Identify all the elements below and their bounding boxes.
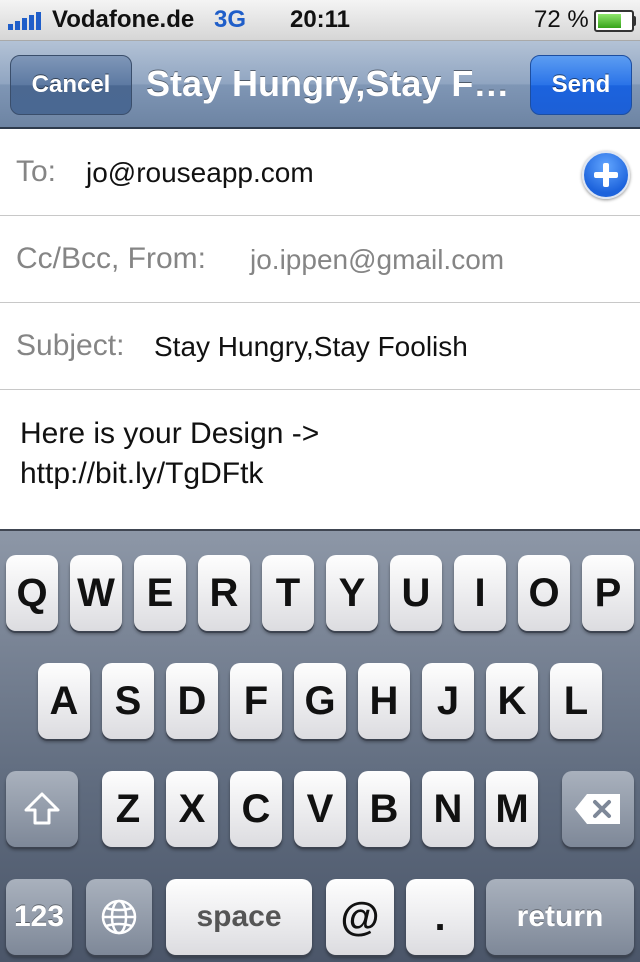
to-field[interactable]: To: jo@rouseapp.com: [0, 129, 640, 216]
key-t[interactable]: T: [262, 555, 314, 631]
from-address[interactable]: jo.ippen@gmail.com: [250, 244, 504, 276]
compose-title: Stay Hungry,Stay Foolish: [146, 63, 518, 104]
battery-icon: [594, 10, 634, 32]
globe-icon: [101, 899, 137, 935]
numbers-key[interactable]: 123: [6, 879, 72, 955]
cancel-button[interactable]: Cancel: [10, 55, 132, 115]
battery-tip: [632, 16, 636, 26]
add-contact-icon[interactable]: [582, 151, 630, 199]
shift-key[interactable]: [6, 771, 78, 847]
key-z[interactable]: Z: [102, 771, 154, 847]
key-l[interactable]: L: [550, 663, 602, 739]
shift-icon: [24, 792, 60, 825]
key-p[interactable]: P: [582, 555, 634, 631]
key-h[interactable]: H: [358, 663, 410, 739]
key-d[interactable]: D: [166, 663, 218, 739]
key-m[interactable]: M: [486, 771, 538, 847]
key-o[interactable]: O: [518, 555, 570, 631]
key-y[interactable]: Y: [326, 555, 378, 631]
key-q[interactable]: Q: [6, 555, 58, 631]
key-c[interactable]: C: [230, 771, 282, 847]
backspace-key[interactable]: [562, 771, 634, 847]
compose-nav-bar: Cancel Stay Hungry,Stay Foolish Send: [0, 41, 640, 129]
key-s[interactable]: S: [102, 663, 154, 739]
key-x[interactable]: X: [166, 771, 218, 847]
key-n[interactable]: N: [422, 771, 474, 847]
dot-key[interactable]: .: [406, 879, 474, 955]
ccbcc-from-label: Cc/Bcc, From:: [16, 242, 207, 275]
to-label: To:: [16, 155, 57, 188]
subject-input[interactable]: Stay Hungry,Stay Foolish: [154, 331, 468, 363]
key-r[interactable]: R: [198, 555, 250, 631]
key-k[interactable]: K: [486, 663, 538, 739]
status-bar: Vodafone.de 3G 20:11 72 %: [0, 0, 640, 41]
message-body[interactable]: Here is your Design -> http://bit.ly/TgD…: [0, 391, 640, 529]
battery-percent: 72 %: [534, 6, 589, 33]
at-key[interactable]: @: [326, 879, 394, 955]
key-b[interactable]: B: [358, 771, 410, 847]
space-key[interactable]: space: [166, 879, 312, 955]
backspace-icon: [575, 794, 620, 824]
key-i[interactable]: I: [454, 555, 506, 631]
to-recipient[interactable]: jo@rouseapp.com: [86, 157, 314, 189]
key-g[interactable]: G: [294, 663, 346, 739]
ccbcc-from-field[interactable]: Cc/Bcc, From: jo.ippen@gmail.com: [0, 216, 640, 303]
globe-key[interactable]: [86, 879, 152, 955]
return-key[interactable]: return: [486, 879, 634, 955]
key-a[interactable]: A: [38, 663, 90, 739]
key-j[interactable]: J: [422, 663, 474, 739]
subject-label: Subject:: [16, 329, 125, 362]
send-button[interactable]: Send: [530, 55, 632, 115]
key-u[interactable]: U: [390, 555, 442, 631]
key-v[interactable]: V: [294, 771, 346, 847]
body-line-2[interactable]: http://bit.ly/TgDFtk: [20, 457, 263, 491]
key-e[interactable]: E: [134, 555, 186, 631]
keyboard: Q W E R T Y U I O P A S D F G H J K L Z …: [0, 529, 640, 962]
subject-field[interactable]: Subject: Stay Hungry,Stay Foolish: [0, 303, 640, 390]
key-w[interactable]: W: [70, 555, 122, 631]
battery-fill: [598, 14, 621, 28]
body-line-1: Here is your Design ->: [20, 417, 320, 450]
key-f[interactable]: F: [230, 663, 282, 739]
